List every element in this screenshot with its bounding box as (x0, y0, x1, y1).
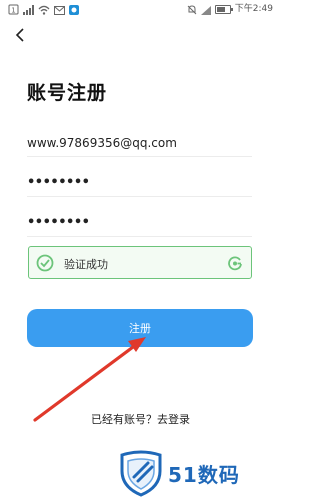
captcha-verification[interactable]: 验证成功 (28, 246, 252, 279)
password-field[interactable]: •••••••• (27, 172, 252, 197)
svg-text:1: 1 (11, 6, 15, 14)
wifi-icon (38, 0, 50, 19)
status-right-icons: 下午2:49 (187, 3, 273, 15)
confirm-password-field[interactable]: •••••••• (27, 212, 252, 237)
refresh-logo-icon (227, 255, 243, 271)
captcha-status-text: 验证成功 (64, 258, 108, 271)
login-link[interactable]: 已经有账号？去登录 (0, 411, 281, 427)
status-left-icons: 1 (8, 3, 79, 15)
battery-level (216, 6, 225, 12)
shield-logo-icon (118, 447, 164, 497)
mute-icon (187, 0, 197, 19)
back-button[interactable] (10, 26, 30, 46)
signal-icon (200, 0, 211, 19)
watermark-text: 51数码 (168, 463, 240, 487)
mail-icon (54, 0, 65, 19)
chevron-left-icon (15, 27, 25, 46)
status-bar: 1 下午2:49 (0, 0, 281, 18)
annotation-arrow-shaft (33, 342, 139, 422)
notification-badge-icon: 1 (8, 0, 19, 19)
page-title: 账号注册 (27, 82, 108, 104)
check-circle-icon (36, 254, 54, 272)
battery-icon (214, 4, 233, 14)
email-field[interactable] (27, 132, 252, 154)
app-icon (69, 0, 79, 19)
status-time: 下午2:49 (234, 4, 273, 14)
watermark: 51数码 (118, 447, 268, 497)
email-field-wrapper (27, 132, 252, 157)
register-button[interactable]: 注册 (27, 309, 253, 347)
password-value: •••••••• (27, 175, 90, 190)
confirm-password-value: •••••••• (27, 215, 90, 230)
cellular-signal-icon (23, 0, 34, 19)
